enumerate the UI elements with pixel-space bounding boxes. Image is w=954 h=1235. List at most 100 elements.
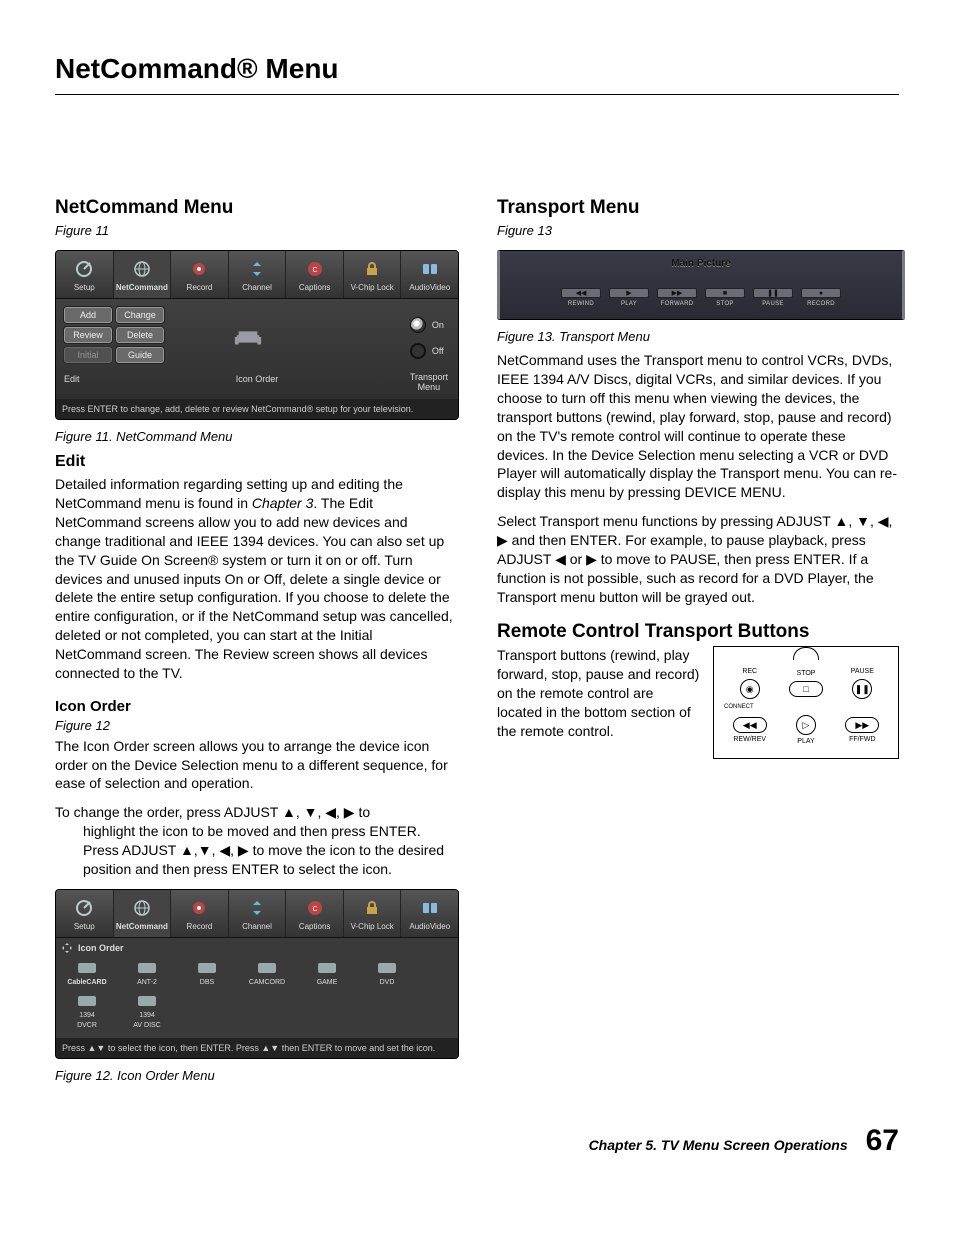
label-on: On: [432, 319, 444, 331]
ff-icon: ▶▶: [845, 717, 879, 733]
cc-icon: C: [288, 257, 341, 281]
device-cablecard: CableCARD: [64, 960, 110, 987]
figure11-btn-initial: Initial: [64, 347, 112, 363]
para-transport-2: Select Transport menu functions by press…: [497, 512, 899, 606]
tab-label: Setup: [58, 922, 111, 933]
tab-captions: C Captions: [286, 890, 344, 937]
lock-icon: [346, 896, 399, 920]
label-stop: STOP: [797, 669, 816, 678]
label-rew: REW/REV: [733, 735, 766, 744]
figure11-tabs: SetupNetCommandRecordChannelCCaptionsV-C…: [56, 251, 458, 299]
device-label: CableCARD: [64, 978, 110, 987]
figure12-tabs: SetupNetCommandRecordChannel C CaptionsV-C…: [56, 890, 458, 938]
tab-v-chip-lock: V-Chip Lock: [344, 251, 402, 298]
dish-icon: [58, 257, 111, 281]
footer-chapter: Chapter 5. TV Menu Screen Operations: [589, 1136, 848, 1155]
figure12-tip: Press ▲▼ to select the icon, then ENTER.…: [56, 1038, 458, 1058]
heading-netcommand-menu: NetCommand Menu: [55, 195, 457, 221]
page-footer: Chapter 5. TV Menu Screen Operations 67: [55, 1121, 899, 1162]
figure12-device-grid: CableCARDANT-2DBSCAMCORDGAMEDVD1394 DVCR…: [56, 956, 458, 1038]
footer-page-number: 67: [866, 1121, 899, 1162]
label-edit: Edit: [64, 373, 80, 385]
device-icon: [64, 960, 110, 976]
record-icon: [173, 257, 226, 281]
tab-label: Channel: [231, 922, 284, 933]
device-icon: [124, 993, 170, 1009]
device-dbs: DBS: [184, 960, 230, 987]
figure11-caption: Figure 11. NetCommand Menu: [55, 428, 457, 446]
rew-icon: ◀◀: [733, 717, 767, 733]
tab-record: Record: [171, 890, 229, 937]
arrows-icon: [62, 943, 72, 953]
transport-label: STOP: [705, 300, 745, 308]
remote-play: ▷ PLAY: [778, 715, 833, 746]
device-label: 1394 DVCR: [64, 1011, 110, 1030]
device-game: GAME: [304, 960, 350, 987]
tab-record: Record: [171, 251, 229, 298]
cc-icon: C: [288, 896, 341, 920]
tab-setup: Setup: [56, 890, 114, 937]
updown-icon: [231, 257, 284, 281]
transport-rewind: ◀◀REWIND: [561, 288, 601, 308]
tab-audiovideo: AudioVideo: [401, 890, 458, 937]
remote-diagram: REC ◉ STOP □ PAUSE ❚❚ CONNECT ◀◀: [713, 646, 899, 759]
transport-label: PAUSE: [753, 300, 793, 308]
tab-v-chip-lock: V-Chip Lock: [344, 890, 402, 937]
figure12-ref: Figure 12: [55, 717, 457, 735]
figure12-caption: Figure 12. Icon Order Menu: [55, 1067, 457, 1085]
rec-icon: ◉: [740, 679, 760, 699]
device-1394-dvcr: 1394 DVCR: [64, 993, 110, 1030]
tab-label: AudioVideo: [403, 283, 456, 294]
figure13-ref: Figure 13: [497, 222, 899, 240]
device-label: DBS: [184, 978, 230, 987]
transport-pause: ❚❚PAUSE: [753, 288, 793, 308]
device-label: ANT-2: [124, 978, 170, 987]
label-rec: REC: [742, 667, 757, 676]
figure11-button-col2: ChangeDeleteGuide: [116, 307, 164, 367]
heading-icon-order: Icon Order: [55, 697, 457, 717]
av-icon: [403, 896, 456, 920]
figure11-ref: Figure 11: [55, 222, 457, 240]
couch-icon: [233, 327, 263, 347]
transport-record: ●RECORD: [801, 288, 841, 308]
figure11-btn-delete: Delete: [116, 327, 164, 343]
transport-symbol: ■: [705, 288, 745, 298]
para-remote: Transport buttons (rewind, play forward,…: [497, 646, 717, 740]
device-label: 1394 AV DISC: [124, 1011, 170, 1030]
label-ff: FF/FWD: [849, 735, 875, 744]
tab-label: Captions: [288, 922, 341, 933]
remote-rew: ◀◀ REW/REV: [722, 717, 777, 744]
tab-netcommand: NetCommand: [114, 251, 172, 298]
tab-audiovideo: AudioVideo: [401, 251, 458, 298]
device-icon: [124, 960, 170, 976]
remote-ff: ▶▶ FF/FWD: [835, 717, 890, 744]
left-column: NetCommand Menu Figure 11 SetupNetComman…: [55, 195, 457, 1091]
figure12-subheader: Icon Order: [56, 938, 458, 956]
label-connect: CONNECT: [724, 703, 890, 711]
figure13-transportbox: Main Picture ◀◀REWIND▶PLAY▶▶FORWARD■STOP…: [497, 250, 905, 320]
device-icon: [184, 960, 230, 976]
remote-section: REC ◉ STOP □ PAUSE ❚❚ CONNECT ◀◀: [497, 646, 899, 759]
figure11-btn-guide: Guide: [116, 347, 164, 363]
tab-label: NetCommand: [116, 283, 169, 294]
remote-rec: REC ◉: [722, 667, 777, 698]
label-icon-order: Icon Order: [236, 373, 279, 385]
tab-label: Record: [173, 283, 226, 294]
page-title: NetCommand® Menu: [55, 50, 899, 88]
globe-icon: [116, 257, 169, 281]
device-camcord: CAMCORD: [244, 960, 290, 987]
remote-pause: PAUSE ❚❚: [835, 667, 890, 698]
right-column: Transport Menu Figure 13 Main Picture ◀◀…: [497, 195, 899, 1091]
figure11-menubox: SetupNetCommandRecordChannelCCaptionsV-C…: [55, 250, 459, 420]
device-ant-2: ANT-2: [124, 960, 170, 987]
dish-icon: [58, 896, 111, 920]
tab-netcommand: NetCommand: [114, 890, 172, 937]
figure11-btn-add: Add: [64, 307, 112, 323]
figure11-btn-review: Review: [64, 327, 112, 343]
figure12-menubox: SetupNetCommandRecordChannel C CaptionsV-C…: [55, 889, 459, 1059]
device-1394-av-disc: 1394 AV DISC: [124, 993, 170, 1030]
steps-lead: To change the order, press ADJUST ▲, ▼, …: [55, 804, 370, 820]
figure12-panel: Icon Order CableCARDANT-2DBSCAMCORDGAMED…: [56, 938, 458, 1038]
transport-forward: ▶▶FORWARD: [657, 288, 697, 308]
figure11-button-col1: Add Review Initial: [64, 307, 112, 367]
